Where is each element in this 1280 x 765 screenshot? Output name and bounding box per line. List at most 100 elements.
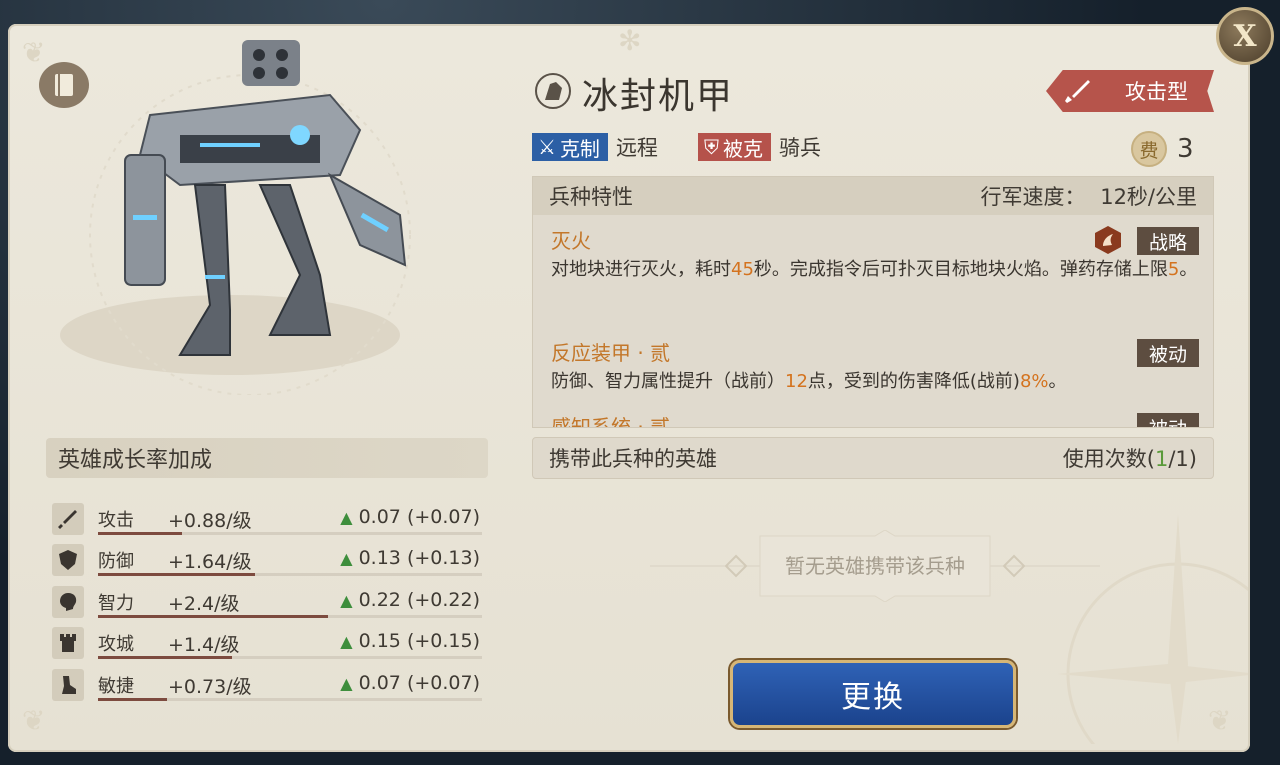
up-arrow-icon: ▲ xyxy=(340,632,353,651)
stat-name: 敏捷 xyxy=(98,676,134,697)
stat-row-siege: 攻城 +1.4/级 ▲ 0.15 (+0.15) xyxy=(52,627,486,663)
stat-gain: ▲ 0.07 (+0.07) xyxy=(340,506,480,528)
strategy-icon xyxy=(1095,226,1121,254)
trait-description: 对地块进行灭火，耗时45秒。完成指令后可扑灭目标地块火焰。弹药存储上限5。 xyxy=(551,256,1199,283)
swap-button[interactable]: 更换 xyxy=(730,660,1016,728)
stat-bar-track xyxy=(98,698,482,701)
countered-badge: ⛨ 被克 xyxy=(698,133,771,161)
stat-bar-track xyxy=(98,656,482,659)
up-arrow-icon: ▲ xyxy=(340,591,353,610)
counter-tag: ⚔ 克制 远程 xyxy=(532,133,658,161)
trait-label: 被动 xyxy=(1136,339,1199,367)
stat-gain: ▲ 0.15 (+0.15) xyxy=(340,630,480,652)
heroes-title: 携带此兵种的英雄 xyxy=(549,447,717,471)
counter-label: 克制 xyxy=(559,136,600,161)
trait-highlight-value: 12 xyxy=(785,371,808,392)
unit-type-label: 攻击型 xyxy=(1125,80,1188,104)
stat-row-defense: 防御 +1.64/级 ▲ 0.13 (+0.13) xyxy=(52,544,486,580)
top-ornament-icon: ✻ xyxy=(618,24,642,57)
stat-row-attack: 攻击 +0.88/级 ▲ 0.07 (+0.07) xyxy=(52,503,486,539)
traits-scroll-list[interactable]: 灭火 战略 对地块进行灭火，耗时45秒。完成指令后可扑灭目标地块火焰。弹药存储上… xyxy=(533,215,1213,427)
usage-total: /1) xyxy=(1168,447,1197,471)
stat-gain: ▲ 0.07 (+0.07) xyxy=(340,672,480,694)
march-speed-value: 12秒/公里 xyxy=(1100,185,1197,209)
trait-name: 反应装甲 · 贰 xyxy=(551,341,671,365)
shield-icon: ⛨ xyxy=(704,135,719,159)
trait-highlight-value: 45 xyxy=(731,259,754,280)
stat-name: 攻城 xyxy=(98,634,134,655)
heroes-header: 携带此兵种的英雄 使用次数(1/1) xyxy=(532,437,1214,479)
empty-heroes-text: 暂无英雄携带该兵种 xyxy=(785,554,965,578)
crossed-swords-icon: ⚔ xyxy=(538,135,556,159)
stat-bar-fill xyxy=(98,615,329,618)
sword-icon xyxy=(52,503,84,535)
trait-label: 被动 xyxy=(1136,413,1199,427)
march-speed: 行军速度： 12秒/公里 xyxy=(981,181,1197,211)
traits-title: 兵种特性 xyxy=(549,185,633,209)
stat-gain-value: 0.22 (+0.22) xyxy=(358,589,480,611)
stat-bar-fill xyxy=(98,698,168,701)
unit-name: 冰封机甲 xyxy=(582,76,735,117)
unit-type-tag: 攻击型 xyxy=(1046,70,1214,112)
countered-label: 被克 xyxy=(723,136,763,161)
stat-bar-fill xyxy=(98,656,233,659)
trait-name: 感知系统 · 贰 xyxy=(551,415,671,427)
growth-title: 英雄成长率加成 xyxy=(58,448,213,473)
cost-value: 3 xyxy=(1177,134,1194,164)
mech-unit-illustration xyxy=(60,40,411,395)
stat-name: 防御 xyxy=(98,551,134,572)
march-speed-label: 行军速度： xyxy=(980,185,1086,209)
up-arrow-icon: ▲ xyxy=(340,549,353,568)
shield-icon xyxy=(52,544,84,576)
stat-bar-fill xyxy=(98,532,183,535)
stat-gain: ▲ 0.22 (+0.22) xyxy=(340,589,480,611)
countered-value: 骑兵 xyxy=(779,136,821,160)
trait-desc-text: 点，受到的伤害降低(战前) xyxy=(807,371,1020,392)
trait-description: 防御、智力属性提升（战前）12点，受到的伤害降低(战前)8%。 xyxy=(551,368,1199,395)
brain-icon xyxy=(52,586,84,618)
stat-rate: +1.4/级 xyxy=(168,634,240,656)
stat-row-agility: 敏捷 +0.73/级 ▲ 0.07 (+0.07) xyxy=(52,669,486,705)
trait-item: 反应装甲 · 贰 被动 防御、智力属性提升（战前）12点，受到的伤害降低(战前)… xyxy=(551,337,1199,395)
trait-item: 感知系统 · 贰 被动 xyxy=(551,411,1199,427)
usage-used: 1 xyxy=(1154,447,1169,471)
up-arrow-icon: ▲ xyxy=(340,674,353,693)
stat-gain-value: 0.13 (+0.13) xyxy=(358,547,480,569)
sword-icon xyxy=(1065,80,1090,103)
growth-section-header: 英雄成长率加成 xyxy=(46,438,488,478)
stat-rate: +0.73/级 xyxy=(168,676,252,698)
trait-desc-text: 秒。完成指令后可扑灭目标地块火焰。弹药存储上限 xyxy=(753,259,1168,280)
close-button[interactable]: X xyxy=(1216,7,1274,65)
usage-count: 使用次数(1/1) xyxy=(1063,443,1197,473)
stat-row-intelligence: 智力 +2.4/级 ▲ 0.22 (+0.22) xyxy=(52,586,486,622)
trait-item: 灭火 战略 对地块进行灭火，耗时45秒。完成指令后可扑灭目标地块火焰。弹药存储上… xyxy=(551,225,1199,283)
stat-gain: ▲ 0.13 (+0.13) xyxy=(340,547,480,569)
boot-icon xyxy=(52,669,84,701)
up-arrow-icon: ▲ xyxy=(340,508,353,527)
trait-desc-text: 。 xyxy=(1179,259,1198,280)
stat-bar-track xyxy=(98,615,482,618)
empty-heroes-placeholder: 暂无英雄携带该兵种 xyxy=(640,530,1110,602)
tower-icon xyxy=(52,627,84,659)
stat-bar-track xyxy=(98,573,482,576)
unit-class-icon xyxy=(535,73,571,109)
stat-bar-track xyxy=(98,532,482,535)
stat-name: 攻击 xyxy=(98,510,134,531)
countered-tag: ⛨ 被克 骑兵 xyxy=(698,133,821,161)
stat-name: 智力 xyxy=(98,593,134,614)
trait-desc-text: 防御、智力属性提升（战前） xyxy=(551,371,785,392)
stat-bar-fill xyxy=(98,573,256,576)
cost-icon: 费 xyxy=(1131,131,1167,167)
stat-rate: +0.88/级 xyxy=(168,510,252,532)
stat-rate: +2.4/级 xyxy=(168,593,240,615)
trait-label: 战略 xyxy=(1136,227,1199,255)
stat-gain-value: 0.07 (+0.07) xyxy=(358,506,480,528)
stat-rate: +1.64/级 xyxy=(168,551,252,573)
usage-label: 使用次数( xyxy=(1062,447,1155,471)
unit-cost: 费 3 xyxy=(1131,131,1194,167)
trait-desc-text: 。 xyxy=(1048,371,1067,392)
stat-gain-value: 0.07 (+0.07) xyxy=(358,672,480,694)
traits-panel: 兵种特性 行军速度： 12秒/公里 灭火 战略 对地块进行灭火，耗时45秒。完成… xyxy=(532,176,1214,428)
corner-ornament-icon: ❦ xyxy=(22,704,46,737)
stat-gain-value: 0.15 (+0.15) xyxy=(358,630,480,652)
